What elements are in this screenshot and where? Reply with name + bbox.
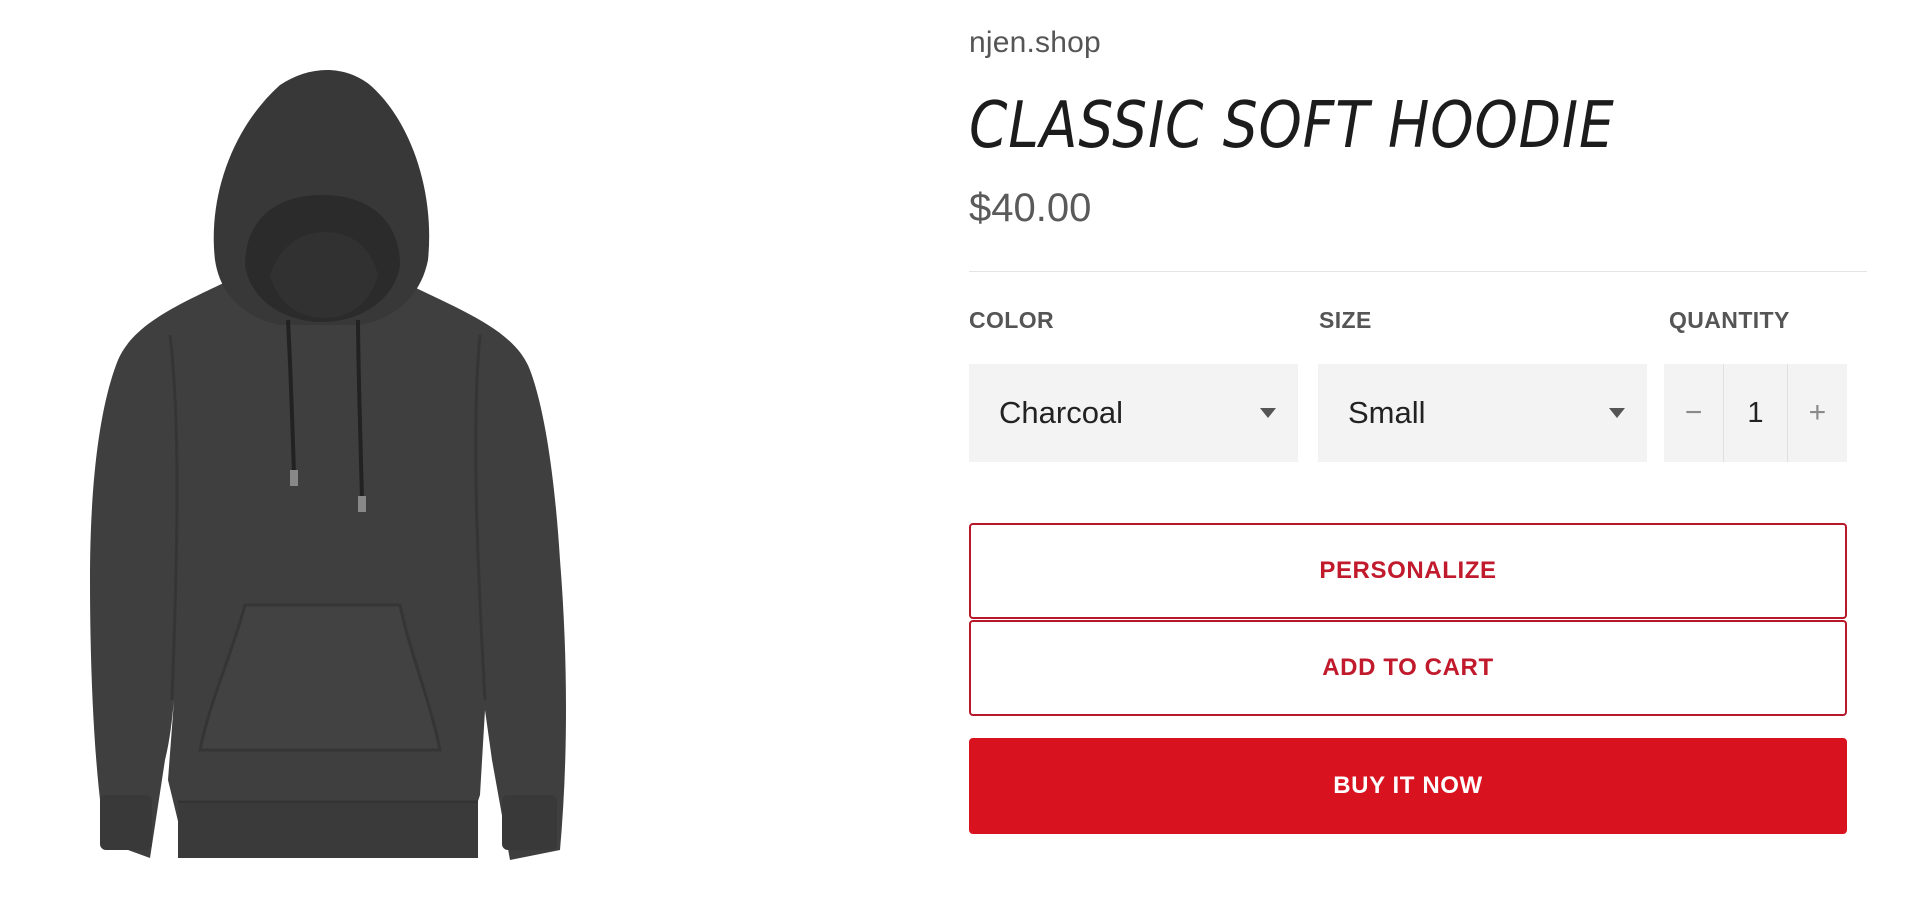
size-select-value: Small: [1348, 395, 1426, 430]
quantity-input[interactable]: 1: [1723, 364, 1788, 462]
product-price: $40.00: [969, 186, 1092, 230]
quantity-label: QUANTITY: [1669, 307, 1790, 333]
hoodie-illustration: [90, 70, 566, 860]
chevron-down-icon: [1260, 408, 1276, 418]
color-select[interactable]: Charcoal: [969, 364, 1298, 462]
vendor-name[interactable]: njen.shop: [969, 26, 1101, 60]
quantity-stepper: − 1 +: [1664, 364, 1847, 462]
chevron-down-icon: [1609, 408, 1625, 418]
buy-now-button[interactable]: BUY IT NOW: [969, 738, 1847, 834]
plus-icon[interactable]: +: [1788, 364, 1847, 462]
size-select[interactable]: Small: [1318, 364, 1647, 462]
color-label: COLOR: [969, 307, 1055, 333]
personalize-button[interactable]: PERSONALIZE: [969, 523, 1847, 619]
size-label: SIZE: [1319, 307, 1372, 333]
minus-icon[interactable]: −: [1664, 364, 1723, 462]
product-image[interactable]: [40, 60, 660, 890]
divider: [969, 271, 1867, 272]
add-to-cart-button[interactable]: ADD TO CART: [969, 620, 1847, 716]
product-page: njen.shop CLASSIC SOFT HOODIE $40.00 COL…: [0, 0, 1922, 906]
color-select-value: Charcoal: [999, 395, 1124, 430]
product-title: CLASSIC SOFT HOODIE: [969, 89, 1615, 163]
